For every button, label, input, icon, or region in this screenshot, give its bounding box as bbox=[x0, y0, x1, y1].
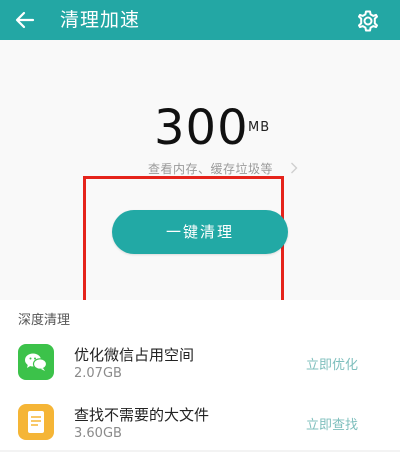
storage-summary: 300 MB 查看内存、缓存垃圾等 一键清理 bbox=[0, 40, 400, 310]
item-title: 查找不需要的大文件 bbox=[74, 406, 210, 424]
list-item-wechat[interactable]: 优化微信占用空间 2.07GB 立即优化 bbox=[0, 332, 400, 392]
storage-detail-link[interactable]: 查看内存、缓存垃圾等 bbox=[148, 160, 273, 177]
deep-clean-section: 深度清理 优化微信占用空间 2.07GB 立即优化 查找不需要的大文件 3.60… bbox=[0, 300, 400, 450]
arrow-left-icon bbox=[15, 11, 35, 29]
app-header: 清理加速 bbox=[0, 0, 400, 40]
section-title: 深度清理 bbox=[18, 313, 71, 328]
gear-icon bbox=[358, 10, 378, 32]
item-size: 2.07GB bbox=[74, 366, 122, 381]
item-size: 3.60GB bbox=[74, 426, 122, 441]
back-button[interactable] bbox=[12, 7, 38, 33]
item-title: 优化微信占用空间 bbox=[74, 346, 195, 364]
wechat-icon bbox=[18, 344, 54, 380]
chevron-right-icon bbox=[291, 162, 298, 174]
find-button[interactable]: 立即查找 bbox=[306, 414, 358, 433]
page-title: 清理加速 bbox=[60, 9, 141, 31]
storage-value: 300 bbox=[154, 100, 249, 156]
document-icon bbox=[18, 404, 54, 440]
settings-button[interactable] bbox=[355, 8, 381, 34]
list-item-large-files[interactable]: 查找不需要的大文件 3.60GB 立即查找 bbox=[0, 392, 400, 452]
optimize-button[interactable]: 立即优化 bbox=[306, 354, 358, 373]
one-click-clean-button[interactable]: 一键清理 bbox=[112, 210, 288, 254]
storage-unit: MB bbox=[248, 120, 271, 135]
